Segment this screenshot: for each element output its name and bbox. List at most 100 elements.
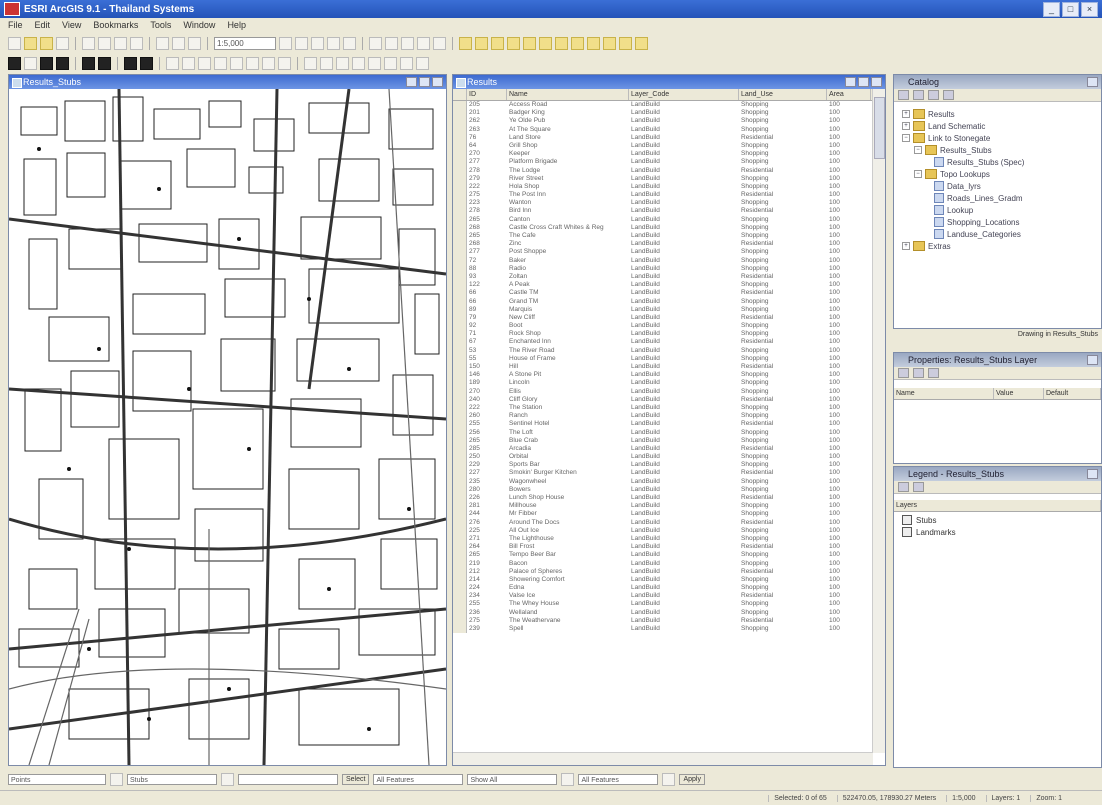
row-selector[interactable] (453, 551, 467, 560)
tool-y12-icon[interactable] (635, 36, 648, 50)
feature-select[interactable]: Stubs (127, 773, 217, 785)
table-row[interactable]: 234 Valse Ice LandBuild Residential 100 (453, 592, 885, 601)
row-selector[interactable] (453, 346, 467, 355)
menu-view[interactable]: View (62, 20, 81, 30)
row-selector[interactable] (453, 207, 467, 216)
menu-window[interactable]: Window (183, 20, 215, 30)
command-line-icon[interactable] (343, 36, 356, 50)
table-row[interactable]: 262 Ye Olde Pub LandBuild Shopping 100 (453, 117, 885, 126)
table-row[interactable]: 219 Bacon LandBuild Shopping 100 (453, 559, 885, 568)
minimize-icon[interactable] (845, 77, 856, 87)
table-row[interactable]: 280 Bowers LandBuild Shopping 100 (453, 485, 885, 494)
row-selector[interactable] (453, 117, 467, 126)
add-layer-icon[interactable] (898, 482, 909, 492)
scroll-thumb[interactable] (874, 97, 885, 159)
table-row[interactable]: 89 Marquis LandBuild Shopping 100 (453, 305, 885, 314)
close-icon[interactable] (432, 77, 443, 87)
table-row[interactable]: 244 Mr Fibber LandBuild Shopping 100 (453, 510, 885, 519)
tool-y7-icon[interactable] (555, 36, 568, 50)
tree-item-roads[interactable]: Roads_Lines_Gradm (934, 193, 1023, 203)
row-selector[interactable] (453, 625, 467, 634)
minimize-icon[interactable] (406, 77, 417, 87)
row-selector[interactable] (453, 191, 467, 200)
table-row[interactable]: 71 Rock Shop LandBuild Shopping 100 (453, 330, 885, 339)
table-row[interactable]: 72 Baker LandBuild Shopping 100 (453, 256, 885, 265)
italic-icon[interactable] (262, 56, 275, 70)
row-selector[interactable] (453, 240, 467, 249)
row-selector[interactable] (453, 264, 467, 273)
table-row[interactable]: 260 Ranch LandBuild Shopping 100 (453, 412, 885, 421)
row-selector[interactable] (453, 109, 467, 118)
row-selector[interactable] (453, 575, 467, 585)
column-header-name[interactable]: Name (507, 89, 629, 100)
table-row[interactable]: 275 The Weathervane LandBuild Residential 10… (453, 616, 885, 625)
label-color-icon[interactable] (124, 56, 137, 70)
halo-color-icon[interactable] (140, 56, 153, 70)
table-row[interactable]: 271 The Lighthouse LandBuild Shopping 100 (453, 534, 885, 544)
row-selector[interactable] (453, 330, 467, 339)
table-row[interactable]: 264 Bill Frost LandBuild Residential 100 (453, 543, 885, 552)
cut-icon[interactable] (82, 36, 95, 50)
snap-icon[interactable] (336, 56, 349, 70)
zoom-out-icon[interactable] (433, 36, 446, 50)
row-selector[interactable] (453, 322, 467, 331)
tree-item-extras[interactable]: + Extras (902, 241, 951, 251)
table-vertical-scrollbar[interactable] (872, 89, 885, 753)
row-selector[interactable] (453, 256, 467, 265)
row-selector[interactable] (453, 616, 467, 625)
tree-item-shopping[interactable]: Shopping_Locations (934, 217, 1020, 227)
row-selector[interactable] (453, 371, 467, 380)
tree-item-link[interactable]: − Link to Stonegate (902, 133, 990, 143)
split-icon[interactable] (352, 56, 365, 70)
column-header-area[interactable]: Area (827, 89, 871, 100)
menu-file[interactable]: File (8, 20, 23, 30)
table-row[interactable]: 239 Spell LandBuild Shopping 100 (453, 625, 885, 634)
dropdown-icon[interactable] (561, 772, 575, 786)
table-row[interactable]: 263 At The Square LandBuild Shopping 100 (453, 125, 885, 134)
expression-input[interactable] (238, 773, 338, 785)
table-row[interactable]: 201 Badger King LandBuild Shopping 100 (453, 109, 885, 118)
display-select[interactable]: Show All (467, 773, 558, 785)
table-row[interactable]: 222 The Station LandBuild Shopping 100 (453, 403, 885, 413)
table-row[interactable]: 240 Cliff Glory LandBuild Residential 100 (453, 395, 885, 404)
table-row[interactable]: 189 Lincoln LandBuild Shopping 100 (453, 379, 885, 388)
table-row[interactable]: 281 Millhouse LandBuild Shopping 100 (453, 502, 885, 511)
row-selector[interactable] (453, 559, 467, 568)
table-row[interactable]: 88 Radio LandBuild Shopping 100 (453, 264, 885, 273)
row-selector[interactable] (453, 412, 467, 421)
merge-icon[interactable] (368, 56, 381, 70)
column-header-id[interactable]: ID (467, 89, 507, 100)
attributes-icon[interactable] (384, 56, 397, 70)
open-icon[interactable] (24, 36, 37, 50)
filter-icon[interactable] (913, 368, 924, 378)
row-selector[interactable] (453, 141, 467, 151)
row-selector[interactable] (453, 420, 467, 429)
menu-tools[interactable]: Tools (150, 20, 171, 30)
row-selector[interactable] (453, 133, 467, 142)
row-selector[interactable] (453, 428, 467, 437)
row-selector[interactable] (453, 182, 467, 192)
table-row[interactable]: 222 Hola Shop LandBuild Shopping 100 (453, 182, 885, 192)
close-icon[interactable] (1087, 355, 1098, 365)
table-row[interactable]: 279 River Street LandBuild Shopping 100 (453, 174, 885, 183)
row-selector[interactable] (453, 436, 467, 445)
tool-y6-icon[interactable] (539, 36, 552, 50)
delete-icon[interactable] (130, 36, 143, 50)
row-selector[interactable] (453, 174, 467, 183)
table-row[interactable]: 265 The Cafe LandBuild Shopping 100 (453, 232, 885, 241)
redo-icon[interactable] (172, 36, 185, 50)
table-row[interactable]: 278 The Lodge LandBuild Residential 100 (453, 166, 885, 175)
draw-point-icon[interactable] (214, 56, 227, 70)
legend-item-stubs[interactable]: Stubs (902, 515, 936, 525)
edit-vertices-icon[interactable] (304, 56, 317, 70)
open-folder-icon[interactable] (40, 36, 53, 50)
row-selector[interactable] (453, 567, 467, 576)
row-selector[interactable] (453, 403, 467, 413)
table-row[interactable]: 93 Zoltan LandBuild Residential 100 (453, 272, 885, 282)
pan-icon[interactable] (401, 36, 414, 50)
table-horizontal-scrollbar[interactable] (453, 752, 873, 765)
tree-item-results-stubs-spec[interactable]: Results_Stubs (Spec) (934, 157, 1024, 167)
table-row[interactable]: 66 Castle TM LandBuild Residential 100 (453, 289, 885, 298)
table-row[interactable]: 92 Boot LandBuild Shopping 100 (453, 322, 885, 331)
close-button[interactable]: × (1081, 1, 1098, 17)
